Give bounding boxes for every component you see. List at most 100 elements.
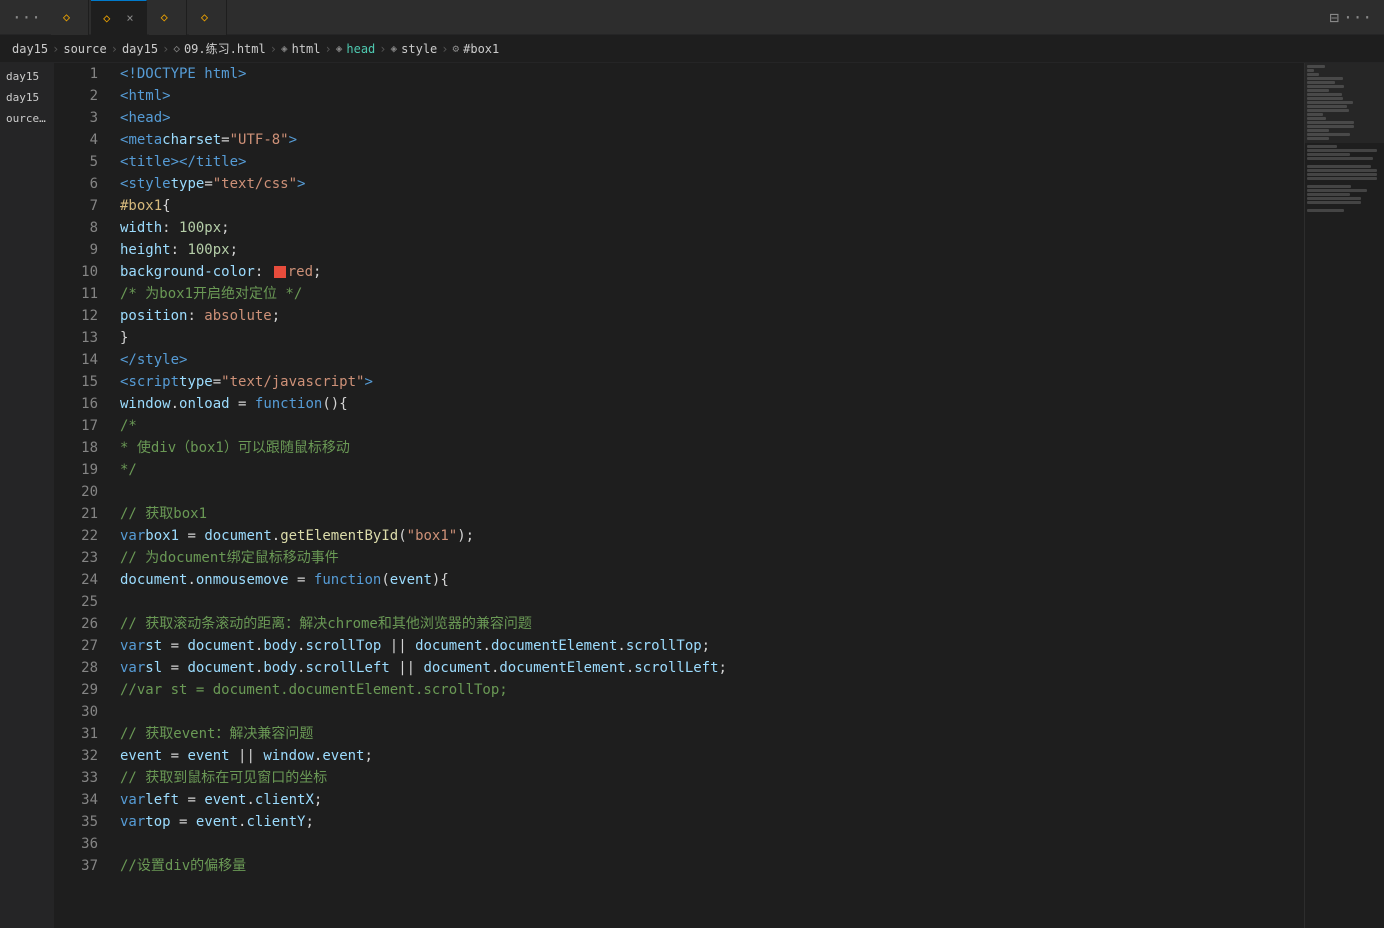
bc-sep-3: › <box>162 42 169 56</box>
line-num-19: 19 <box>55 459 98 481</box>
line-num-24: 24 <box>55 569 98 591</box>
tab-maopao[interactable]: ◇ <box>149 0 187 35</box>
mini-line-37 <box>1307 209 1344 212</box>
sidebar: day15 day15 ource\... <box>0 63 55 928</box>
line-num-31: 31 <box>55 723 98 745</box>
bc-style-icon: ◈ <box>391 42 398 55</box>
mini-line-29 <box>1307 177 1377 180</box>
bc-html-icon: ◈ <box>281 42 288 55</box>
code-line-37: //设置div的偏移量 <box>120 855 1304 877</box>
code-line-8: width: 100px; <box>120 217 1304 239</box>
line-num-23: 23 <box>55 547 98 569</box>
tab-bar-dots-left[interactable]: ··· <box>4 8 49 27</box>
code-line-7: #box1{ <box>120 195 1304 217</box>
tab-ejercicio[interactable]: ◇ <box>51 0 89 35</box>
layout-icon[interactable]: ⊟ <box>1329 8 1339 27</box>
code-line-32: event = event || window.event; <box>120 745 1304 767</box>
mini-line-27 <box>1307 169 1377 172</box>
code-line-36 <box>120 833 1304 855</box>
mini-line-32 <box>1307 189 1367 192</box>
line-num-32: 32 <box>55 745 98 767</box>
line-num-13: 13 <box>55 327 98 349</box>
bc-source[interactable]: source <box>63 42 106 56</box>
mini-line-31 <box>1307 185 1351 188</box>
code-line-23: // 为document绑定鼠标移动事件 <box>120 547 1304 569</box>
code-line-17: /* <box>120 415 1304 437</box>
sidebar-item-day15-1[interactable]: day15 <box>0 67 54 86</box>
bc-html[interactable]: html <box>292 42 321 56</box>
line-num-25: 25 <box>55 591 98 613</box>
line-num-26: 26 <box>55 613 98 635</box>
code-line-12: position: absolute; <box>120 305 1304 327</box>
code-line-13: } <box>120 327 1304 349</box>
code-line-18: * 使div（box1）可以跟随鼠标移动 <box>120 437 1304 459</box>
line-num-14: 14 <box>55 349 98 371</box>
code-line-28: var sl = document.body.scrollLeft || doc… <box>120 657 1304 679</box>
code-editor[interactable]: 1234567891011121314151617181920212223242… <box>55 63 1304 928</box>
line-num-10: 10 <box>55 261 98 283</box>
sidebar-item-day15-2[interactable]: day15 <box>0 88 54 107</box>
tab-09-ejercicio[interactable]: ◇ × <box>91 0 146 35</box>
tab-close-2[interactable]: × <box>126 11 133 25</box>
code-area[interactable]: <!DOCTYPE html><html> <head> <meta chars… <box>110 63 1304 928</box>
editor-container: day15 day15 ource\... 123456789101112131… <box>0 63 1384 928</box>
code-line-4: <meta charset="UTF-8"> <box>120 129 1304 151</box>
bc-day15-2[interactable]: day15 <box>122 42 158 56</box>
bc-day15-1[interactable]: day15 <box>12 42 48 56</box>
code-line-9: height: 100px; <box>120 239 1304 261</box>
bc-head[interactable]: head <box>346 42 375 56</box>
line-num-5: 5 <box>55 151 98 173</box>
tab-bar-dots-right[interactable]: ··· <box>1343 8 1372 27</box>
code-line-3: <head> <box>120 107 1304 129</box>
line-num-35: 35 <box>55 811 98 833</box>
tab-bar-left: ··· ◇ ◇ × ◇ ◇ <box>4 0 227 35</box>
code-line-20 <box>120 481 1304 503</box>
code-line-21: // 获取box1 <box>120 503 1304 525</box>
breadcrumb: day15 › source › day15 › ◇ 09.练习.html › … <box>0 35 1384 63</box>
line-num-17: 17 <box>55 415 98 437</box>
code-line-1: <!DOCTYPE html> <box>120 63 1304 85</box>
code-line-14: </style> <box>120 349 1304 371</box>
code-line-27: var st = document.body.scrollTop || docu… <box>120 635 1304 657</box>
line-num-6: 6 <box>55 173 98 195</box>
mini-line-23 <box>1307 153 1350 156</box>
line-num-29: 29 <box>55 679 98 701</box>
line-num-12: 12 <box>55 305 98 327</box>
code-line-16: window.onload = function(){ <box>120 393 1304 415</box>
bc-sep-2: › <box>111 42 118 56</box>
minimap <box>1304 63 1384 928</box>
sidebar-item-source[interactable]: ource\... <box>0 109 54 128</box>
tab-shijianduixiang[interactable]: ◇ <box>189 0 227 35</box>
line-num-4: 4 <box>55 129 98 151</box>
minimap-viewport <box>1305 63 1384 143</box>
bc-head-icon: ◈ <box>336 42 343 55</box>
line-num-21: 21 <box>55 503 98 525</box>
mini-line-21 <box>1307 145 1337 148</box>
bc-style[interactable]: style <box>401 42 437 56</box>
bc-sep-5: › <box>325 42 332 56</box>
line-num-3: 3 <box>55 107 98 129</box>
line-num-7: 7 <box>55 195 98 217</box>
tab-bar-right: ⊟ ··· <box>1329 8 1380 27</box>
line-num-16: 16 <box>55 393 98 415</box>
line-num-33: 33 <box>55 767 98 789</box>
line-num-18: 18 <box>55 437 98 459</box>
mini-line-35 <box>1307 201 1361 204</box>
tab-icon-2: ◇ <box>103 11 110 25</box>
line-num-22: 22 <box>55 525 98 547</box>
bc-box1[interactable]: #box1 <box>463 42 499 56</box>
tab-bar: ··· ◇ ◇ × ◇ ◇ ⊟ ··· <box>0 0 1384 35</box>
code-line-19: */ <box>120 459 1304 481</box>
tab-icon-4: ◇ <box>201 10 208 24</box>
code-line-2: <html> <box>120 85 1304 107</box>
bc-filename[interactable]: 09.练习.html <box>184 40 266 57</box>
line-num-30: 30 <box>55 701 98 723</box>
code-line-5: <title></title> <box>120 151 1304 173</box>
line-num-37: 37 <box>55 855 98 877</box>
code-line-34: var left = event.clientX; <box>120 789 1304 811</box>
code-line-25 <box>120 591 1304 613</box>
line-numbers: 1234567891011121314151617181920212223242… <box>55 63 110 928</box>
mini-line-28 <box>1307 173 1377 176</box>
bc-sep-6: › <box>379 42 386 56</box>
mini-line-34 <box>1307 197 1361 200</box>
